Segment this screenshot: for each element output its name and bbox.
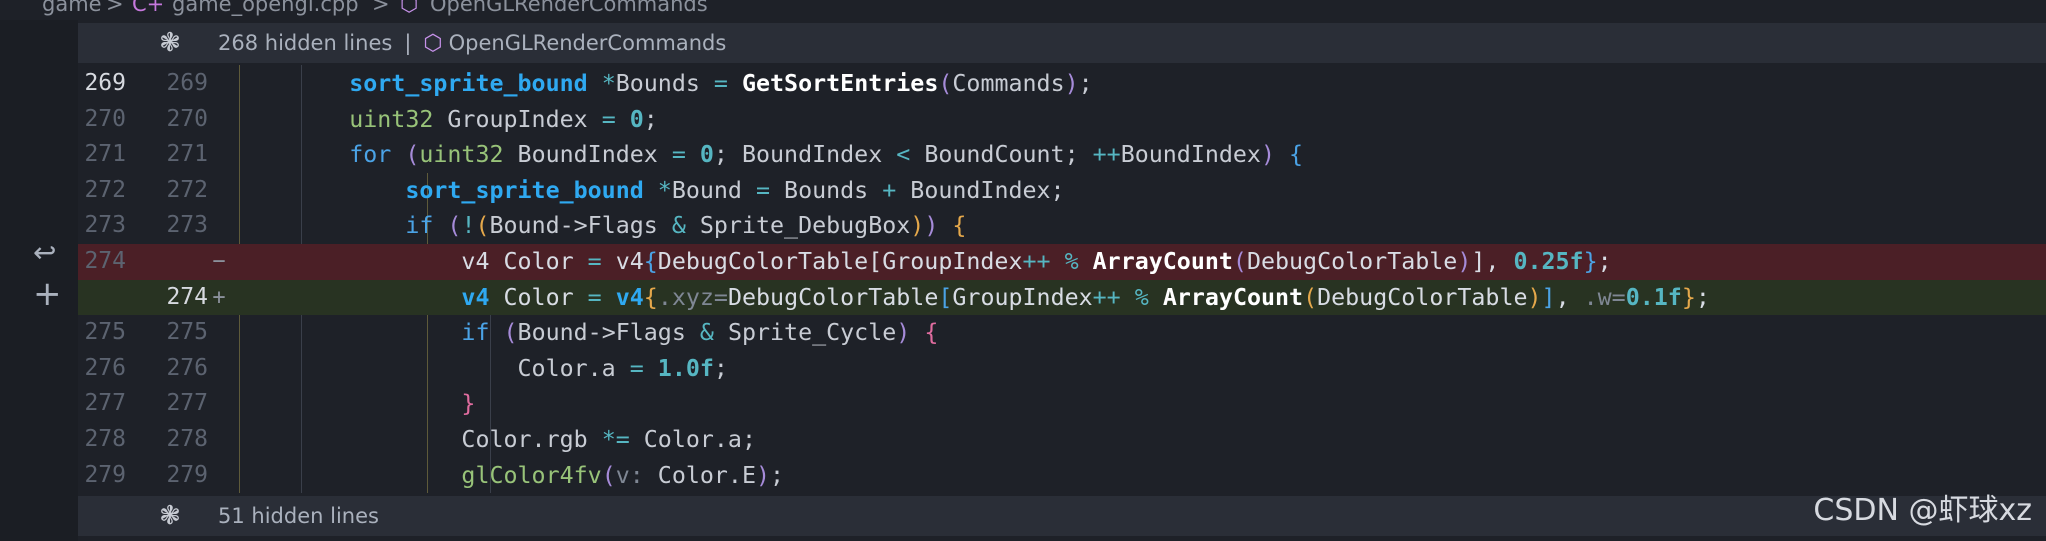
code-line[interactable]: 269 269 sort_sprite_bound *Bounds = GetS… [78, 66, 2046, 102]
code-text[interactable]: } [237, 386, 475, 422]
old-line-number: 278 [84, 426, 126, 452]
code-text[interactable]: sort_sprite_bound *Bounds = GetSortEntri… [237, 66, 1092, 102]
new-line-number: 272 [166, 176, 208, 203]
code-line[interactable]: 279 279 glColor4fv(v: Color.E); [78, 458, 2046, 494]
watermark: CSDN @虾球xz [1813, 493, 2032, 528]
code-line[interactable]: 272 272 sort_sprite_bound *Bound = Bound… [78, 173, 2046, 209]
breadcrumb-file[interactable]: game_opengl.cpp [172, 0, 359, 16]
cube-icon: ⬡ [400, 0, 419, 16]
old-line-number: 269 [84, 70, 126, 96]
revert-icon[interactable]: ↩ [33, 236, 56, 269]
deleted-marker-icon: − [212, 249, 226, 274]
deleted-code-line[interactable]: 274 − v4 Color = v4{DebugColorTable[Grou… [78, 244, 2046, 280]
code-text[interactable]: if (Bound->Flags & Sprite_Cycle) { [237, 315, 938, 351]
old-line-number: 276 [84, 354, 126, 381]
added-marker-icon: + [212, 284, 226, 310]
cube-icon: ⬡ [423, 30, 443, 56]
new-line-number: 269 [166, 70, 208, 96]
fold-bar-top[interactable]: ❃ 268 hidden lines | ⬡ OpenGLRenderComma… [78, 23, 2046, 63]
code-text[interactable]: v4 Color = v4{.xyz=DebugColorTable[Group… [237, 280, 1709, 316]
old-line-number: 279 [84, 461, 126, 488]
code-text[interactable]: Color.rgb *= Color.a; [237, 422, 756, 458]
code-line[interactable]: 270 270 uint32 GroupIndex = 0; [78, 102, 2046, 138]
breadcrumb-separator: > [372, 0, 390, 16]
cpp-file-icon: C+ [132, 0, 165, 16]
new-line-number: 279 [166, 461, 208, 488]
old-line-number: 271 [84, 141, 126, 168]
code-text[interactable]: uint32 GroupIndex = 0; [237, 102, 658, 138]
added-code-line[interactable]: 274 + v4 Color = v4{.xyz=DebugColorTable… [78, 279, 2046, 316]
new-line-number: 277 [166, 390, 208, 417]
new-line-number [160, 244, 208, 280]
new-line-number: 274 [166, 283, 208, 310]
code-text[interactable]: v4 Color = v4{DebugColorTable[GroupIndex… [237, 244, 1611, 280]
breadcrumb-separator: > [106, 0, 124, 16]
hidden-lines-label: 51 hidden lines [218, 504, 379, 528]
code-line[interactable]: 275 275 if (Bound->Flags & Sprite_Cycle)… [78, 315, 2046, 351]
old-line-number: 270 [84, 105, 126, 132]
code-text[interactable]: sort_sprite_bound *Bound = Bounds + Boun… [237, 173, 1064, 209]
old-line-number: 272 [84, 176, 126, 203]
old-line-number: 275 [84, 319, 126, 346]
breadcrumb: game > C+ game_opengl.cpp > ⬡ OpenGLRend… [0, 0, 2046, 20]
hidden-lines-label: 268 hidden lines [218, 31, 393, 55]
code-line[interactable]: 273 273 if (!(Bound->Flags & Sprite_Debu… [78, 208, 2046, 244]
breadcrumb-symbol[interactable]: OpenGLRenderCommands [430, 0, 708, 16]
unfold-icon[interactable]: ❃ [140, 501, 200, 531]
old-line-number: 273 [84, 212, 126, 239]
new-line-number: 273 [166, 212, 208, 239]
add-line-icon[interactable]: + [33, 274, 62, 314]
new-line-number: 278 [166, 426, 208, 452]
old-line-number: 274 [84, 248, 126, 274]
code-line[interactable]: 271 271 for (uint32 BoundIndex = 0; Boun… [78, 137, 2046, 173]
old-line-number [78, 280, 126, 316]
code-text[interactable]: Color.a = 1.0f; [237, 351, 728, 387]
fold-divider: | [404, 31, 412, 55]
old-line-number: 277 [84, 390, 126, 417]
breadcrumb-folder[interactable]: game [42, 0, 102, 16]
code-text[interactable]: if (!(Bound->Flags & Sprite_DebugBox)) { [237, 208, 966, 244]
code-line[interactable]: 278 278 Color.rgb *= Color.a; [78, 422, 2046, 458]
fold-symbol: OpenGLRenderCommands [448, 31, 727, 55]
code-text[interactable]: glColor4fv(v: Color.E); [237, 458, 784, 494]
fold-bar-bottom[interactable]: ❃ 51 hidden lines [78, 496, 2046, 536]
unfold-icon[interactable]: ❃ [140, 28, 200, 58]
code-text[interactable]: for (uint32 BoundIndex = 0; BoundIndex <… [237, 137, 1303, 173]
new-line-number: 276 [166, 354, 208, 381]
new-line-number: 271 [166, 141, 208, 168]
new-line-number: 270 [166, 105, 208, 132]
code-line[interactable]: 276 276 Color.a = 1.0f; [78, 351, 2046, 387]
code-line[interactable]: 277 277 } [78, 386, 2046, 422]
new-line-number: 275 [166, 319, 208, 346]
